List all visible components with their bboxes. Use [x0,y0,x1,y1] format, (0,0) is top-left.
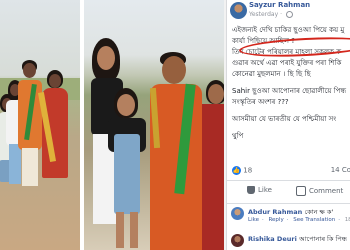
comment-time[interactable]: 18 [345,217,350,223]
like-button[interactable]: Like [247,186,272,194]
like-button-label: Like [258,186,272,194]
comment-button-label: Comment [309,187,344,195]
comment-text: আপোনাৰ কি পিন্ধ [299,235,347,243]
post-time-text: Yesterday [249,11,279,18]
person-woman-left [37,70,68,200]
like-reaction-icon: 👍 [232,166,241,175]
link-separator: · [286,217,289,223]
comment-reply-link[interactable]: Reply [268,217,283,223]
post-line: আসমীয়া যে ভাৰতীয় যে পশ্চিমীয়া সং [232,115,337,123]
comment-count[interactable]: 14 Co [331,166,350,174]
author-name[interactable]: Sayzur Rahman [249,1,310,9]
globe-icon [285,11,293,18]
post-time[interactable]: Yesterday · [249,11,293,18]
person-girl-overalls [104,88,150,250]
comment-text-row: Rishika Deuri আপোনাৰ কি পিন্ধ [248,234,347,245]
link-separator: · [338,217,340,223]
commenter-name[interactable]: Abdur Rahman [248,208,302,216]
post-line: সংস্কৃতিৰ অংশৰ ??? [232,98,289,106]
commenter-avatar[interactable] [231,207,244,220]
author-avatar[interactable] [230,2,247,19]
person-man-right [146,52,204,250]
comment-like-link[interactable]: Like [248,217,259,223]
time-separator: · [280,11,282,18]
comment-bubble-icon [296,186,306,196]
commenter-avatar[interactable] [231,234,244,247]
post-action-bar: Like Comment [227,180,350,204]
commenter-name[interactable]: Rishika Deuri [248,235,297,243]
comment-actions: Like· Reply· See Translation· 18 [248,217,350,223]
thumbs-up-icon [247,186,255,194]
facebook-post: Sayzur Rahman Yesterday · এইজন্যই দেখি চ… [226,0,350,250]
post-line: থুপি [232,132,244,140]
post-line: গুৱাৰ অৰ্থে এৱা পৰাই যুক্তিৰ পৰা শিকি [232,59,342,67]
person-woman-right [202,80,224,250]
post-line: এইজন্যই দেখি চাকির ছুওআ পিয়ে কয় মু [232,26,345,34]
link-separator: · [261,217,264,223]
comment-text: কোন ক্ষ ক' [304,208,334,216]
reaction-count: 18 [243,166,253,175]
post-line: কোনেৱা মুছলমান । ছি ছি ছি [232,70,311,78]
reaction-summary[interactable]: 👍 18 [232,166,252,175]
family-photo-right[interactable] [84,0,224,250]
family-photo-left[interactable] [0,0,80,250]
comment-button[interactable]: Comment [296,186,343,196]
post-line: Sahir ছুওআ আপোনাৰ ছোৱালীয়ে পিন্ধ [232,87,347,95]
see-translation-link[interactable]: See Translation [293,217,335,223]
